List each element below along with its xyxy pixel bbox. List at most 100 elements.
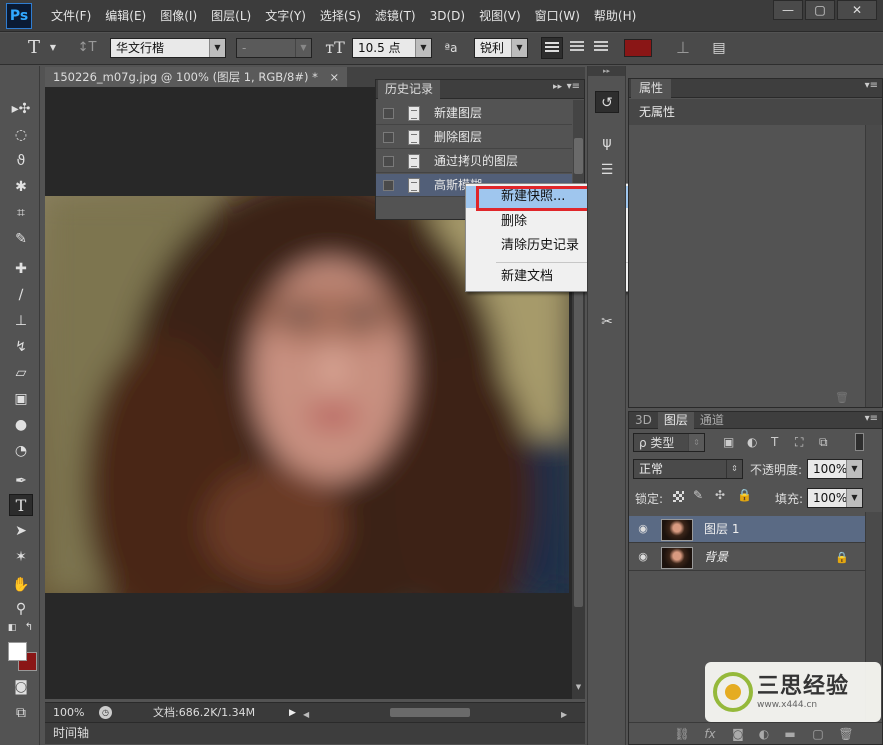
menu-window[interactable]: 窗口(W) xyxy=(528,0,587,32)
opacity-input[interactable]: 100% ▼ xyxy=(807,459,863,479)
blend-mode-select[interactable]: 正常 ⇕ xyxy=(633,459,743,479)
snapshot-source-checkbox[interactable] xyxy=(383,108,394,119)
menu-filter[interactable]: 滤镜(T) xyxy=(368,0,423,32)
lasso-tool-icon[interactable]: ϑ xyxy=(9,150,33,172)
layer-name[interactable]: 背景 xyxy=(704,544,728,571)
filter-adjustment-icon[interactable]: ◐ xyxy=(747,435,757,449)
menu-layer[interactable]: 图层(L) xyxy=(204,0,258,32)
font-style-select[interactable]: - ▼ xyxy=(236,38,312,58)
dodge-tool-icon[interactable]: ◔ xyxy=(9,440,33,462)
move-tool-icon[interactable]: ▸✣ xyxy=(9,98,33,120)
horizontal-scroll-thumb[interactable] xyxy=(390,708,470,717)
filter-pixel-icon[interactable]: ▣ xyxy=(723,435,734,449)
scroll-down-arrow-icon[interactable]: ▼ xyxy=(574,683,583,693)
filter-toggle-switch[interactable] xyxy=(855,433,864,451)
clone-stamp-tool-icon[interactable]: ⊥ xyxy=(9,310,33,332)
link-layers-icon[interactable]: ⛓ xyxy=(673,726,691,742)
collapse-panel-icon[interactable]: ▸▸ xyxy=(553,82,562,92)
panel-menu-icon[interactable]: ▾≡ xyxy=(865,413,878,424)
lock-pixels-icon[interactable]: ✎ xyxy=(693,488,703,502)
menu-edit[interactable]: 编辑(E) xyxy=(98,0,153,32)
properties-scrollbar[interactable] xyxy=(865,125,881,407)
filter-shape-icon[interactable]: ⛶ xyxy=(795,435,803,450)
status-menu-arrow-icon[interactable]: ▶ xyxy=(289,707,299,719)
type-tool-icon[interactable]: T xyxy=(9,494,33,516)
quick-mask-icon[interactable]: ◙ xyxy=(9,676,33,698)
history-item[interactable]: 删除图层 xyxy=(376,126,572,149)
layer-filter-select[interactable]: ρ 类型 ⇕ xyxy=(633,433,705,452)
panel-menu-icon[interactable]: ▾≡ xyxy=(567,81,580,92)
history-item[interactable]: 新建图层 xyxy=(376,102,572,125)
text-color-swatch[interactable] xyxy=(624,39,652,57)
fill-input[interactable]: 100% ▼ xyxy=(807,488,863,508)
swap-colors-icon[interactable]: ↰ xyxy=(22,622,36,634)
warp-text-icon[interactable]: ⊥ xyxy=(672,38,694,58)
visibility-eye-icon[interactable]: ◉ xyxy=(635,551,651,563)
snapshot-source-checkbox[interactable] xyxy=(383,180,394,191)
font-family-select[interactable]: 华文行楷 ▼ xyxy=(110,38,226,58)
hand-tool-icon[interactable]: ✋ xyxy=(9,574,33,596)
gradient-tool-icon[interactable]: ▣ xyxy=(9,388,33,410)
align-center-button[interactable] xyxy=(566,37,588,59)
crop-tool-icon[interactable]: ⌗ xyxy=(9,202,33,224)
tab-layers[interactable]: 图层 xyxy=(657,412,694,429)
delete-layer-icon[interactable]: 🗑 xyxy=(837,726,855,742)
layer-effects-icon[interactable]: fx xyxy=(701,726,719,742)
tool-preset-chevron-icon[interactable]: ▼ xyxy=(48,38,58,58)
shape-tool-icon[interactable]: ✶ xyxy=(9,546,33,568)
history-brush-tool-icon[interactable]: ↯ xyxy=(9,336,33,358)
new-group-icon[interactable]: ▬ xyxy=(781,726,799,742)
text-orientation-icon[interactable]: ↕T xyxy=(76,38,98,58)
lock-transparency-icon[interactable] xyxy=(673,491,684,502)
history-scroll-thumb[interactable] xyxy=(574,138,583,174)
path-selection-tool-icon[interactable]: ➤ xyxy=(9,520,33,542)
brushes-panel-icon[interactable]: ψ xyxy=(595,132,619,154)
layer-row-background[interactable]: ◉ 背景 🔒 xyxy=(629,544,865,571)
adjustment-layer-icon[interactable]: ◐ xyxy=(755,726,773,742)
document-tab[interactable]: 150226_m07g.jpg @ 100% (图层 1, RGB/8#) * … xyxy=(45,67,348,87)
eyedropper-tool-icon[interactable]: ✎ xyxy=(9,228,33,250)
new-layer-icon[interactable]: ▢ xyxy=(809,726,827,742)
panel-menu-icon[interactable]: ▾≡ xyxy=(865,80,878,91)
strip-collapse-icon[interactable]: ▸▸ xyxy=(588,66,625,76)
layer-name[interactable]: 图层 1 xyxy=(704,516,739,543)
tab-channels[interactable]: 通道 xyxy=(694,412,730,429)
timeline-label[interactable]: 时间轴 xyxy=(53,723,89,744)
history-item[interactable]: 通过拷贝的图层 xyxy=(376,150,572,173)
history-tab[interactable]: 历史记录 xyxy=(378,80,441,99)
eraser-tool-icon[interactable]: ▱ xyxy=(9,362,33,384)
menu-select[interactable]: 选择(S) xyxy=(313,0,368,32)
align-right-button[interactable] xyxy=(590,37,612,59)
blur-tool-icon[interactable]: ● xyxy=(9,414,33,436)
antialias-select[interactable]: 锐利 ▼ xyxy=(474,38,528,58)
filter-smart-object-icon[interactable]: ⧉ xyxy=(819,435,828,450)
filter-type-icon[interactable]: T xyxy=(771,435,778,449)
minimize-button[interactable]: — xyxy=(773,0,803,20)
history-panel-icon[interactable]: ↺ xyxy=(595,91,619,113)
foreground-color-swatch[interactable] xyxy=(8,642,27,661)
properties-tab[interactable]: 属性 xyxy=(631,79,672,98)
close-tab-icon[interactable]: × xyxy=(330,70,340,84)
type-tool-icon[interactable]: T xyxy=(22,38,46,58)
font-size-select[interactable]: 10.5 点 ▼ xyxy=(352,38,432,58)
timeline-bar[interactable]: 时间轴 xyxy=(45,722,585,744)
character-panel-icon[interactable]: ▤ xyxy=(708,38,730,58)
menu-view[interactable]: 视图(V) xyxy=(472,0,528,32)
adjustments-panel-icon[interactable]: ☰ xyxy=(595,159,619,181)
zoom-level[interactable]: 100% xyxy=(53,703,84,722)
visibility-eye-icon[interactable]: ◉ xyxy=(635,523,651,535)
menu-image[interactable]: 图像(I) xyxy=(153,0,204,32)
close-button[interactable]: ✕ xyxy=(837,0,877,20)
menu-help[interactable]: 帮助(H) xyxy=(587,0,643,32)
menu-type[interactable]: 文字(Y) xyxy=(258,0,313,32)
default-colors-icon[interactable]: ◧ xyxy=(5,622,19,634)
tab-3d[interactable]: 3D xyxy=(629,412,658,429)
restore-button[interactable]: ▢ xyxy=(805,0,835,20)
healing-brush-tool-icon[interactable]: ✚ xyxy=(9,258,33,280)
tool-presets-panel-icon[interactable]: ✂ xyxy=(595,311,619,333)
add-mask-icon[interactable]: ◙ xyxy=(729,726,747,742)
magic-wand-tool-icon[interactable]: ✱ xyxy=(9,176,33,198)
marquee-tool-icon[interactable]: ◌ xyxy=(9,124,33,146)
trash-icon[interactable]: 🗑 xyxy=(835,391,849,404)
screen-mode-icon[interactable]: ⧉ xyxy=(9,702,33,724)
